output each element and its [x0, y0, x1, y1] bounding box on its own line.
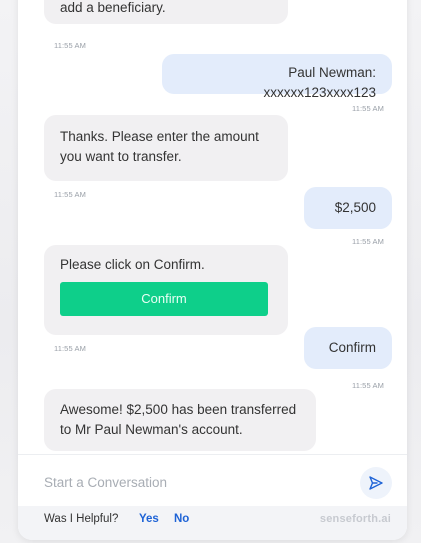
composer: [18, 454, 407, 507]
message-timestamp: 11:55 AM: [54, 344, 86, 353]
message-text: add a beneficiary.: [60, 0, 166, 15]
message-timestamp: 11:55 AM: [352, 237, 384, 246]
user-message: Confirm: [304, 327, 392, 369]
message-text: Thanks. Please enter the amount you want…: [60, 129, 259, 164]
brand-logo: senseforth.ai: [319, 513, 391, 525]
message-text: Awesome! $2,500 has been transferred to …: [60, 402, 297, 437]
message-timestamp: 11:55 AM: [352, 104, 384, 113]
send-button[interactable]: [360, 467, 392, 499]
message-timestamp: 11:55 AM: [352, 381, 384, 390]
chat-widget: add a beneficiary. 11:55 AM Paul Newman:…: [18, 0, 407, 540]
bot-message: Please click on Confirm. Confirm: [44, 245, 288, 335]
message-text: $2,500: [334, 200, 376, 215]
confirm-button[interactable]: Confirm: [60, 282, 268, 316]
bot-message: Thanks. Please enter the amount you want…: [44, 115, 288, 181]
feedback-footer: Was I Helpful? Yes No senseforth.ai: [18, 506, 407, 540]
message-text: Please click on Confirm.: [60, 257, 205, 272]
user-message: Paul Newman: xxxxxx123xxxx123: [162, 54, 392, 100]
bot-message: Awesome! $2,500 has been transferred to …: [44, 389, 316, 451]
send-icon: [369, 476, 383, 490]
message-text: Paul Newman: xxxxxx123xxxx123: [263, 65, 376, 100]
message-text: Confirm: [328, 340, 376, 355]
message-timestamp: 11:55 AM: [54, 41, 86, 50]
message-timestamp: 11:55 AM: [54, 190, 86, 199]
yes-link[interactable]: Yes: [139, 513, 159, 525]
message-input[interactable]: [44, 471, 344, 493]
user-message: $2,500: [304, 187, 392, 229]
no-link[interactable]: No: [174, 513, 189, 525]
page: add a beneficiary. 11:55 AM Paul Newman:…: [0, 0, 421, 543]
bot-message: add a beneficiary.: [44, 0, 288, 24]
helpful-question: Was I Helpful?: [44, 513, 119, 525]
